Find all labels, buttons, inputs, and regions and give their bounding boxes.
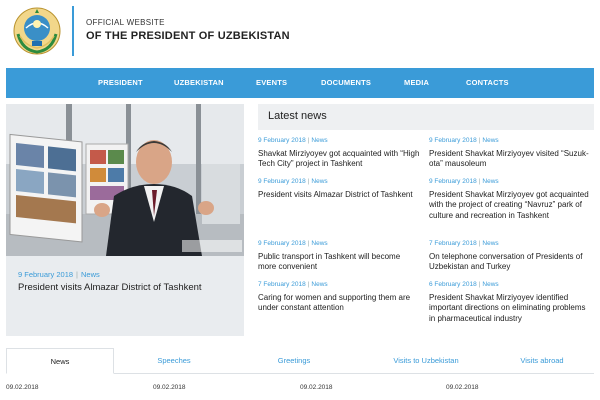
news-date: 9 February 2018	[258, 178, 306, 185]
news-item[interactable]: 7 February 2018 | News Caring for women an…	[258, 281, 420, 314]
news-date: 9 February 2018	[429, 137, 477, 144]
news-item[interactable]: 9 February 2018 | News President visits Al…	[258, 178, 420, 200]
featured-date: 9 February 2018	[18, 270, 74, 279]
news-category-link[interactable]: News	[311, 281, 327, 288]
news-category-link[interactable]: News	[311, 137, 327, 144]
news-category-link[interactable]: News	[482, 281, 498, 288]
news-title-link[interactable]: Public transport in Tashkent will become…	[258, 252, 420, 273]
news-date: 9 February 2018	[429, 178, 477, 185]
content-tabs: News Speeches Greetings Visits to Uzbeki…	[6, 348, 594, 374]
main-navigation: PRESIDENT UZBEKISTAN EVENTS DOCUMENTS ME…	[6, 68, 594, 98]
news-item[interactable]: 9 February 2018 | News Public transport in…	[258, 240, 420, 273]
site-header: OFFICIAL WEBSITE OF THE PRESIDENT OF UZB…	[0, 0, 600, 66]
tab-news[interactable]: News	[6, 348, 114, 374]
header-divider	[72, 6, 74, 56]
tab-visits-to-uzbekistan[interactable]: Visits to Uzbekistan	[366, 348, 486, 374]
news-date: 9 February 2018	[258, 137, 306, 144]
news-date: 9 February 2018	[258, 240, 306, 247]
nav-item-uzbekistan[interactable]: UZBEKISTAN	[174, 68, 224, 98]
state-emblem-icon[interactable]	[12, 6, 62, 56]
featured-story[interactable]: 9 February 2018 | News President visits Al…	[6, 104, 244, 336]
news-item[interactable]: 9 February 2018 | News Shavkat Mirziyoyev …	[258, 137, 420, 170]
nav-item-events[interactable]: EVENTS	[256, 68, 287, 98]
featured-photo[interactable]	[6, 104, 244, 256]
news-title-link[interactable]: President Shavkat Mirziyoyev visited “Su…	[429, 149, 591, 170]
list-item-date: 09.02.2018	[300, 384, 333, 391]
nav-item-media[interactable]: MEDIA	[404, 68, 429, 98]
featured-category-link[interactable]: News	[81, 270, 100, 279]
news-date: 7 February 2018	[429, 240, 477, 247]
news-category-link[interactable]: News	[482, 240, 498, 247]
nav-item-contacts[interactable]: CONTACTS	[466, 68, 509, 98]
featured-meta: 9 February 2018 | News	[18, 270, 100, 279]
news-category-link[interactable]: News	[311, 178, 327, 185]
news-category-link[interactable]: News	[311, 240, 327, 247]
tab-speeches[interactable]: Speeches	[124, 348, 224, 374]
site-title[interactable]: OF THE PRESIDENT OF UZBEKISTAN	[86, 30, 290, 42]
news-title-link[interactable]: President Shavkat Mirziyoyev identified …	[429, 293, 591, 324]
latest-news-heading: Latest news	[268, 110, 327, 122]
featured-title-link[interactable]: President visits Almazar District of Tas…	[18, 282, 233, 294]
news-title-link[interactable]: Caring for women and supporting them are…	[258, 293, 420, 314]
list-item-date: 09.02.2018	[153, 384, 186, 391]
list-item-date: 09.02.2018	[446, 384, 479, 391]
news-title-link[interactable]: President Shavkat Mirziyoyev got acquain…	[429, 190, 591, 221]
news-category-link[interactable]: News	[482, 137, 498, 144]
tab-visits-abroad[interactable]: Visits abroad	[492, 348, 592, 374]
news-item[interactable]: 9 February 2018 | News President Shavkat M…	[429, 178, 591, 221]
tab-greetings[interactable]: Greetings	[244, 348, 344, 374]
nav-item-president[interactable]: PRESIDENT	[98, 68, 143, 98]
latest-news-header: Latest news	[258, 104, 594, 130]
news-category-link[interactable]: News	[482, 178, 498, 185]
news-date: 7 February 2018	[258, 281, 306, 288]
site-subtitle: OFFICIAL WEBSITE	[86, 18, 165, 27]
news-item[interactable]: 9 February 2018 | News President Shavkat M…	[429, 137, 591, 170]
news-item[interactable]: 6 February 2018 | News President Shavkat M…	[429, 281, 591, 324]
news-title-link[interactable]: President visits Almazar District of Tas…	[258, 190, 420, 200]
nav-item-documents[interactable]: DOCUMENTS	[321, 68, 371, 98]
news-date: 6 February 2018	[429, 281, 477, 288]
news-title-link[interactable]: Shavkat Mirziyoyev got acquainted with “…	[258, 149, 420, 170]
news-item[interactable]: 7 February 2018 | News On telephone conver…	[429, 240, 591, 273]
list-item-date: 09.02.2018	[6, 384, 39, 391]
news-title-link[interactable]: On telephone conversation of Presidents …	[429, 252, 591, 273]
